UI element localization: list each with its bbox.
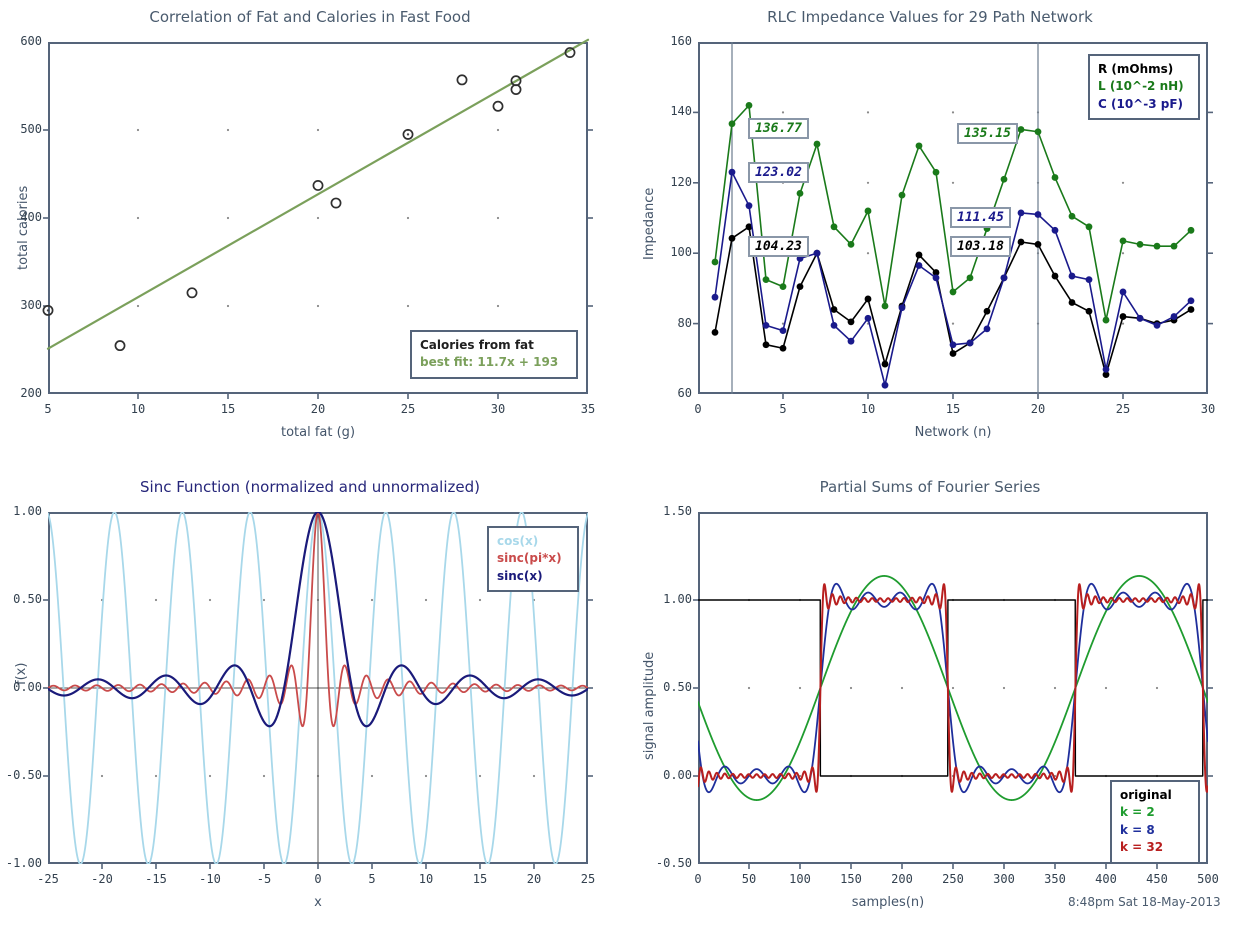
- scatter-point: [456, 74, 468, 86]
- y-tick-label: 600: [20, 34, 42, 48]
- y-tick-label: 60: [677, 386, 692, 400]
- panel-scatter: Correlation of Fat and Calories in Fast …: [0, 0, 620, 470]
- panel-rlc: RLC Impedance Values for 29 Path Network…: [620, 0, 1240, 470]
- legend-item-k8: k = 8: [1120, 822, 1155, 837]
- y-tick-label: 80: [677, 315, 692, 330]
- scatter-point: [312, 179, 324, 191]
- annotation-111-45: 111.45: [950, 207, 1011, 228]
- x-tick-label: 20: [526, 872, 542, 886]
- figure-canvas: Correlation of Fat and Calories in Fast …: [0, 0, 1240, 940]
- y-tick-label: 1.50: [663, 504, 692, 518]
- y-tick-label: 0.00: [663, 768, 692, 782]
- x-tick-label: 30: [490, 402, 506, 416]
- scatter-plot-svg: [42, 38, 593, 399]
- scatter-point: [186, 287, 198, 299]
- annotation-123-02: 123.02: [748, 162, 809, 183]
- x-tick-label: 500: [1197, 872, 1219, 886]
- y-tick-label: 200: [20, 386, 42, 400]
- x-tick-label: -25: [37, 872, 59, 886]
- x-tick-label: 25: [1115, 402, 1131, 416]
- scatter-point: [114, 340, 126, 352]
- y-tick-label: 1.00: [13, 504, 42, 518]
- y-tick-label: 0.00: [13, 680, 42, 694]
- y-tick-label: -1.00: [5, 856, 42, 870]
- x-tick-label: 5: [44, 402, 52, 416]
- x-tick-label: 25: [400, 402, 416, 416]
- legend-item-inductance: L (10^-2 nH): [1098, 79, 1184, 94]
- x-tick-label: -5: [256, 872, 272, 886]
- x-tick-label: 10: [130, 402, 146, 416]
- fourier-legend: original k = 2 k = 8 k = 32: [1110, 780, 1200, 864]
- legend-item-original: original: [1120, 788, 1172, 802]
- y-tick-label: 160: [670, 34, 692, 48]
- y-tick-label: -0.50: [5, 768, 42, 782]
- panel-fourier: Partial Sums of Fourier Series signal am…: [620, 470, 1240, 940]
- x-tick-label: 15: [472, 872, 488, 886]
- x-tick-label: 0: [314, 872, 322, 886]
- legend-item-sinc-x: sinc(x): [497, 568, 543, 583]
- figure-timestamp: 8:48pm Sat 18-May-2013: [1068, 895, 1221, 909]
- legend-item-cos: cos(x): [497, 534, 539, 548]
- x-tick-label: 30: [1200, 402, 1216, 416]
- scatter-legend: Calories from fat best fit: 11.7x + 193: [410, 330, 578, 379]
- y-tick-label: 0.50: [13, 592, 42, 606]
- x-tick-label: 35: [580, 402, 596, 416]
- rlc-legend: R (mOhms) L (10^-2 nH) C (10^-3 pF): [1088, 54, 1200, 121]
- scatter-point: [330, 197, 342, 209]
- x-tick-label: 25: [580, 872, 596, 886]
- legend-item-best-fit: best fit: 11.7x + 193: [420, 355, 559, 370]
- legend-item-capacitance: C (10^-3 pF): [1098, 96, 1184, 111]
- annotation-103-18: 103.18: [950, 236, 1011, 257]
- x-tick-label: 5: [368, 872, 376, 886]
- legend-item-k32: k = 32: [1120, 840, 1164, 855]
- y-tick-label: 0.50: [663, 680, 692, 694]
- annotation-135-15: 135.15: [957, 123, 1018, 144]
- x-tick-label: -10: [199, 872, 221, 886]
- legend-item-k2: k = 2: [1120, 805, 1155, 820]
- x-tick-label: 10: [860, 402, 876, 416]
- y-tick-label: 140: [670, 104, 692, 119]
- x-tick-label: -15: [145, 872, 167, 886]
- fourier-plot-svg: [693, 575, 1213, 869]
- scatter-x-axis-label: total fat (g): [280, 425, 356, 440]
- y-tick-label: 100: [670, 245, 692, 260]
- legend-item-resistance: R (mOhms): [1098, 62, 1174, 76]
- x-tick-label: 20: [310, 402, 326, 416]
- x-tick-label: 15: [945, 402, 961, 416]
- panel-sinc: Sinc Function (normalized and unnormaliz…: [0, 470, 620, 940]
- fourier-y-axis-label: signal amplitude: [642, 651, 657, 760]
- scatter-point: [492, 100, 504, 112]
- sinc-legend: cos(x) sinc(pi*x) sinc(x): [487, 526, 579, 593]
- y-tick-label: 400: [20, 210, 42, 224]
- x-tick-label: -20: [91, 872, 113, 886]
- y-tick-label: 300: [20, 298, 42, 312]
- rlc-x-axis-label: Network (n): [914, 425, 992, 440]
- annotation-136-77: 136.77: [748, 118, 809, 139]
- legend-item-sinc-pi-x: sinc(pi*x): [497, 551, 562, 566]
- y-tick-label: -0.50: [655, 856, 692, 870]
- fourier-x-axis-label: samples(n): [851, 895, 925, 910]
- x-tick-label: 0: [694, 402, 702, 416]
- x-tick-label: 20: [1030, 402, 1046, 416]
- y-tick-label: 1.00: [663, 592, 692, 606]
- scatter-y-axis-label: total calories: [16, 185, 31, 270]
- legend-item-calories-from-fat: Calories from fat: [420, 338, 534, 352]
- y-tick-label: 500: [20, 122, 42, 136]
- y-tick-label: 120: [670, 174, 692, 189]
- annotation-104-23: 104.23: [748, 236, 809, 257]
- sinc-x-axis-label: x: [314, 895, 322, 910]
- x-tick-label: 5: [779, 402, 787, 416]
- x-tick-label: 10: [418, 872, 434, 886]
- x-tick-label: 15: [220, 402, 236, 416]
- scatter-point: [510, 84, 522, 95]
